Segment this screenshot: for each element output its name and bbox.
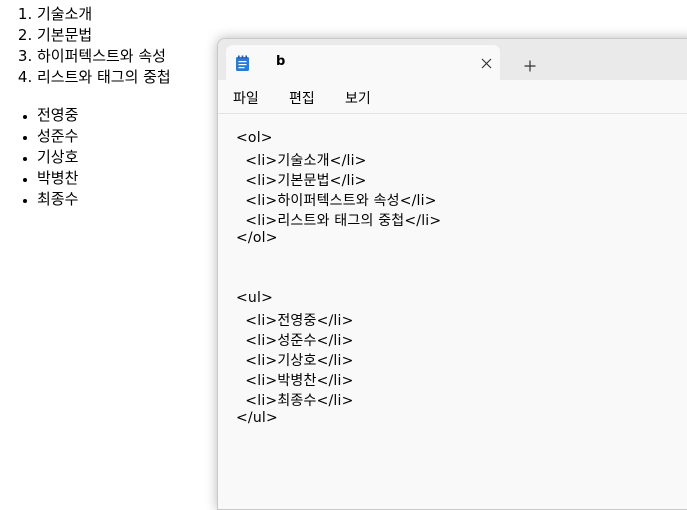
notepad-icon: [235, 55, 250, 72]
code-line: <li>전영중</li>: [236, 313, 354, 329]
unordered-list: 전영중 성준수 기상호 박병찬 최종수: [0, 105, 78, 210]
list-item: 기술소개: [37, 4, 171, 25]
notepad-window: b 파일 편집 보기 <ol> <li>기술소개</li> <li>기본문법</…: [217, 38, 687, 510]
list-item: 최종수: [37, 189, 78, 210]
plus-icon[interactable]: [518, 54, 542, 78]
title-bar: b: [218, 39, 687, 80]
code-line: <li>기술소개</li>: [236, 153, 367, 169]
code-line: <ul>: [236, 290, 274, 306]
list-item: 박병찬: [37, 168, 78, 189]
menu-view[interactable]: 보기: [345, 88, 371, 108]
text-editor[interactable]: <ol> <li>기술소개</li> <li>기본문법</li> <li>하이퍼…: [218, 114, 687, 509]
code-line: <li>성준수</li>: [236, 333, 354, 349]
code-line: <li>기본문법</li>: [236, 173, 367, 189]
menu-file[interactable]: 파일: [233, 88, 259, 108]
code-line: <li>최종수</li>: [236, 393, 354, 409]
ordered-list: 기술소개 기본문법 하이퍼텍스트와 속성 리스트와 태그의 중첩: [0, 4, 171, 88]
list-item: 성준수: [37, 126, 78, 147]
code-line: <ol>: [236, 130, 273, 146]
code-line: <li>박병찬</li>: [236, 373, 354, 389]
tab-b[interactable]: b: [226, 45, 500, 80]
list-item: 기상호: [37, 147, 78, 168]
list-item: 기본문법: [37, 25, 171, 46]
code-line: </ol>: [236, 230, 278, 246]
list-item: 전영중: [37, 105, 78, 126]
tab-title: b: [276, 54, 286, 69]
code-line: </ul>: [236, 410, 278, 426]
close-icon[interactable]: [476, 53, 496, 73]
menu-edit[interactable]: 편집: [289, 88, 315, 108]
code-line: <li>리스트와 태그의 중첩</li>: [236, 213, 442, 229]
code-line: <li>하이퍼텍스트와 속성</li>: [236, 193, 437, 209]
code-line: <li>기상호</li>: [236, 353, 354, 369]
list-item: 리스트와 태그의 중첩: [37, 67, 171, 88]
list-item: 하이퍼텍스트와 속성: [37, 46, 171, 67]
menu-bar: 파일 편집 보기: [218, 80, 687, 114]
